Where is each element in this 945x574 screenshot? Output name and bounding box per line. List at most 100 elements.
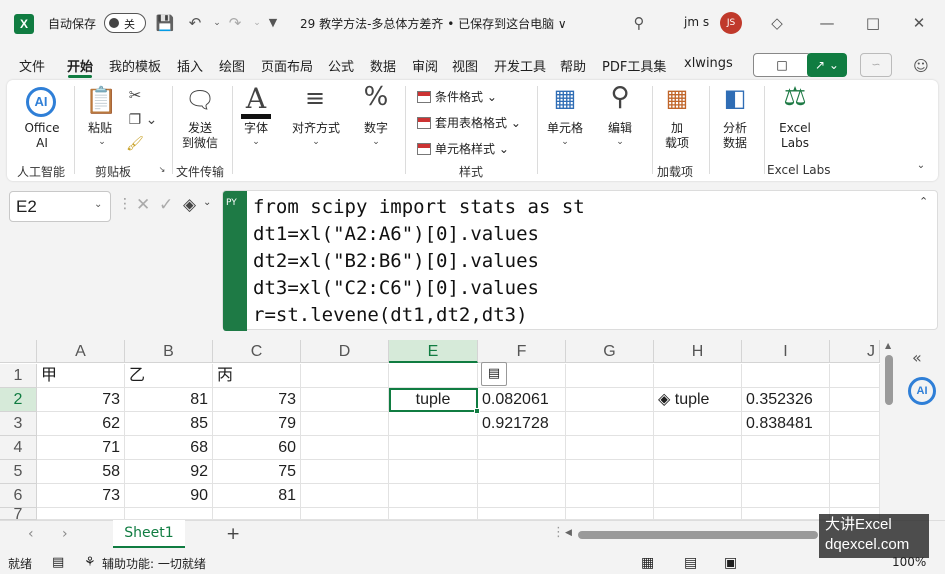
tab-my-templates[interactable]: 我的模板 bbox=[109, 56, 161, 75]
cell[interactable] bbox=[830, 484, 880, 508]
cancel-icon[interactable]: ✕ bbox=[136, 195, 150, 215]
data-cell[interactable]: 81 bbox=[125, 388, 213, 412]
tab-home[interactable]: 开始 bbox=[67, 56, 93, 75]
cell[interactable] bbox=[566, 412, 654, 436]
activity-button[interactable]: ∽ bbox=[860, 53, 892, 77]
avatar[interactable]: JS bbox=[720, 12, 742, 34]
search-icon[interactable]: ⚲ bbox=[628, 12, 650, 34]
spreadsheet-grid[interactable]: A B C D E F G H I J 1 2 3 4 5 6 7 甲乙丙 73 8… bbox=[0, 340, 880, 520]
tab-view[interactable]: 视图 bbox=[452, 56, 478, 75]
cell[interactable] bbox=[742, 484, 830, 508]
tab-draw[interactable]: 绘图 bbox=[219, 56, 245, 75]
cells-icon[interactable]: ▦ bbox=[550, 84, 580, 112]
page-break-view-icon[interactable]: ▣ bbox=[724, 555, 737, 571]
prev-sheet-icon[interactable]: ‹ bbox=[28, 526, 34, 542]
tab-help[interactable]: 帮助 bbox=[560, 56, 586, 75]
cell[interactable] bbox=[213, 508, 301, 520]
cut-icon[interactable]: ✂ bbox=[125, 86, 145, 104]
addins-button[interactable]: 加 载项 bbox=[660, 121, 694, 151]
cells-dropdown-icon[interactable]: ⌄ bbox=[543, 137, 587, 147]
cell[interactable] bbox=[389, 484, 478, 508]
sheet-tab-sheet1[interactable]: Sheet1 bbox=[113, 520, 185, 548]
cell-h2[interactable]: ◈ tuple bbox=[654, 388, 742, 412]
send-wechat-button[interactable]: 发送 到微信 bbox=[179, 121, 221, 151]
data-cell[interactable]: 92 bbox=[125, 460, 213, 484]
scroll-up-icon[interactable]: ▲ bbox=[885, 341, 891, 350]
cell[interactable] bbox=[37, 508, 125, 520]
cell[interactable] bbox=[566, 388, 654, 412]
share-button[interactable]: ↗ ⌄ bbox=[807, 53, 847, 77]
cell[interactable] bbox=[389, 508, 478, 520]
alignment-dropdown-icon[interactable]: ⌄ bbox=[290, 137, 342, 147]
cell[interactable] bbox=[830, 364, 880, 388]
data-cell[interactable]: 73 bbox=[37, 484, 125, 508]
cell[interactable] bbox=[654, 508, 742, 520]
data-cell[interactable]: 71 bbox=[37, 436, 125, 460]
header-cell[interactable]: 乙 bbox=[125, 364, 213, 388]
cell[interactable] bbox=[830, 460, 880, 484]
collapse-formula-icon[interactable]: ⌃ bbox=[919, 195, 928, 208]
tab-data[interactable]: 数据 bbox=[370, 56, 396, 75]
data-cell[interactable]: 58 bbox=[37, 460, 125, 484]
horizontal-scrollbar[interactable] bbox=[578, 531, 818, 539]
data-cell[interactable]: 85 bbox=[125, 412, 213, 436]
cell[interactable] bbox=[301, 508, 389, 520]
tab-file[interactable]: 文件 bbox=[19, 56, 45, 75]
cell[interactable] bbox=[654, 436, 742, 460]
excel-labs-button[interactable]: Excel Labs bbox=[773, 121, 817, 151]
find-icon[interactable]: ⚲ bbox=[605, 82, 635, 112]
vertical-scrollbar[interactable] bbox=[885, 355, 893, 405]
minimize-icon[interactable]: — bbox=[816, 12, 838, 34]
user-name[interactable]: jm s bbox=[684, 15, 709, 29]
tab-xlwings[interactable]: xlwings bbox=[684, 56, 733, 71]
tab-page-layout[interactable]: 页面布局 bbox=[261, 56, 313, 75]
redo-icon[interactable]: ↷ bbox=[224, 12, 246, 34]
number-button[interactable]: 数字 bbox=[359, 121, 393, 136]
office-ai-button[interactable]: Office AI bbox=[21, 121, 63, 151]
cell[interactable] bbox=[566, 436, 654, 460]
cell[interactable] bbox=[742, 436, 830, 460]
office-ai-icon[interactable]: AI bbox=[26, 87, 56, 117]
formula-bar[interactable]: PY from scipy import stats as st dt1=xl(… bbox=[222, 190, 938, 331]
hscroll-grip-icon[interactable]: ⋮ bbox=[552, 525, 565, 540]
add-sheet-button[interactable]: + bbox=[226, 524, 240, 544]
alignment-button[interactable]: 对齐方式 bbox=[290, 121, 342, 136]
data-cell[interactable]: 60 bbox=[213, 436, 301, 460]
python-output-menu-icon[interactable]: ▤ bbox=[481, 362, 507, 386]
cell-f3[interactable]: 0.921728 bbox=[478, 412, 566, 436]
undo-icon[interactable]: ↶ bbox=[184, 12, 206, 34]
data-cell[interactable]: 62 bbox=[37, 412, 125, 436]
cell[interactable] bbox=[389, 460, 478, 484]
cell[interactable] bbox=[654, 484, 742, 508]
edit-dropdown-icon[interactable]: ⌄ bbox=[603, 137, 637, 147]
table-format-button[interactable]: 套用表格格式 ⌄ bbox=[417, 114, 521, 131]
data-cell[interactable]: 79 bbox=[213, 412, 301, 436]
clipboard-launcher-icon[interactable]: ↘ bbox=[157, 165, 167, 174]
cell[interactable] bbox=[389, 436, 478, 460]
cells-button[interactable]: 单元格 bbox=[543, 121, 587, 136]
tab-pdf-tools[interactable]: PDF工具集 bbox=[602, 56, 666, 75]
cell[interactable] bbox=[566, 364, 654, 388]
header-cell[interactable]: 甲 bbox=[37, 364, 125, 388]
font-button[interactable]: 字体 bbox=[239, 121, 273, 136]
formula-bar-grip-icon[interactable]: ⋮ bbox=[118, 196, 132, 212]
cell[interactable] bbox=[301, 388, 389, 412]
coauthor-icon[interactable]: ☺ bbox=[910, 55, 932, 77]
comments-button[interactable]: □ bbox=[753, 53, 811, 77]
cell[interactable] bbox=[566, 460, 654, 484]
tab-formulas[interactable]: 公式 bbox=[328, 56, 354, 75]
paste-button[interactable]: 粘贴 bbox=[83, 121, 117, 136]
scroll-left-icon[interactable]: ◀ bbox=[565, 528, 572, 538]
analyze-data-icon[interactable]: ◧ bbox=[719, 84, 751, 112]
align-icon[interactable]: ≡ bbox=[299, 84, 331, 112]
diamond-icon[interactable]: ◇ bbox=[766, 12, 788, 34]
accessibility-icon[interactable]: ⚘ bbox=[84, 555, 96, 570]
copy-icon[interactable]: ❐ ⌄ bbox=[125, 112, 161, 128]
cell[interactable] bbox=[654, 460, 742, 484]
maximize-icon[interactable]: □ bbox=[862, 12, 884, 34]
data-cell[interactable]: 75 bbox=[213, 460, 301, 484]
document-title[interactable]: 29 教学方法-多总体方差齐 • 已保存到这台电脑 ∨ bbox=[300, 15, 567, 32]
wechat-icon[interactable]: 🗨 bbox=[185, 86, 215, 114]
data-cell[interactable]: 81 bbox=[213, 484, 301, 508]
addins-icon[interactable]: ▦ bbox=[662, 84, 692, 112]
